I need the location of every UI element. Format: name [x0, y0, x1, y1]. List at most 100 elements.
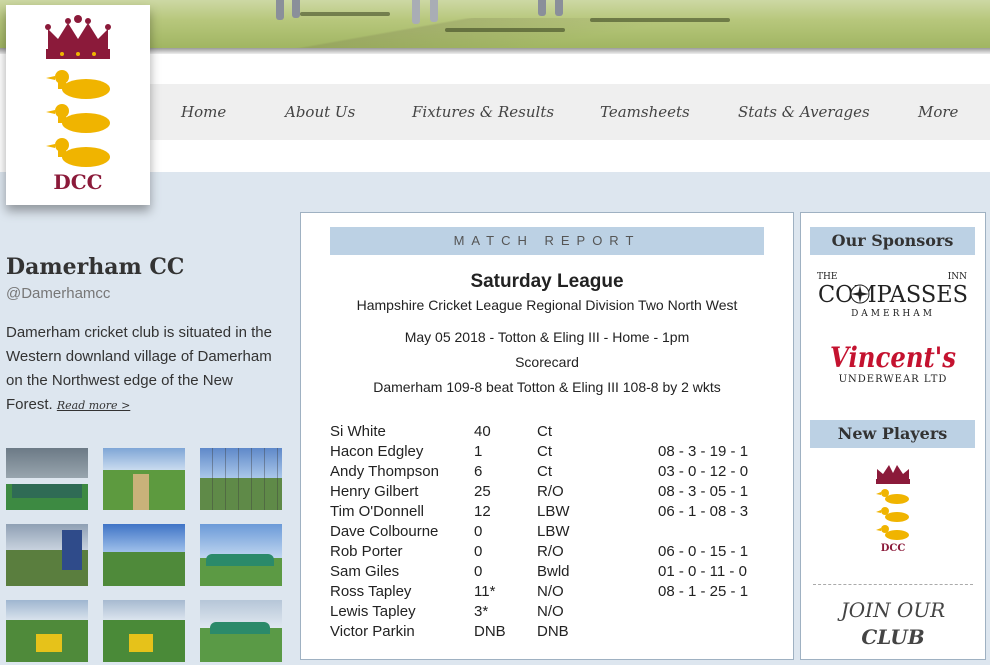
- new-players-heading: New Players: [810, 420, 975, 448]
- sponsors-heading: Our Sponsors: [810, 227, 975, 255]
- bowling-figures-cell: 08 - 3 - 05 - 1: [658, 483, 749, 500]
- runs-cell: 25: [474, 483, 491, 500]
- table-row: Sam Giles 0 Bwld 01 - 0 - 11 - 0: [330, 563, 770, 583]
- dismissal-cell: LBW: [537, 503, 570, 520]
- gallery-photo[interactable]: [200, 600, 282, 662]
- match-result: Damerham 109-8 beat Totton & Eling III 1…: [373, 379, 721, 395]
- table-row: Andy Thompson 6 Ct 03 - 0 - 12 - 0: [330, 463, 770, 483]
- logo-small-text: DCC: [881, 543, 906, 553]
- sponsor-vincents-name: Vincent's: [830, 341, 956, 374]
- gallery-photo[interactable]: [200, 448, 282, 510]
- dismissal-cell: Ct: [537, 443, 552, 460]
- bowling-figures-cell: 01 - 0 - 11 - 0: [658, 563, 747, 580]
- runs-cell: 40: [474, 423, 491, 440]
- nav-teamsheets[interactable]: Teamsheets: [600, 84, 690, 140]
- fixture-details: May 05 2018 - Totton & Eling III - Home …: [404, 329, 690, 345]
- match-report-heading: MATCH REPORT: [330, 227, 764, 255]
- gallery-photo[interactable]: [6, 524, 88, 586]
- read-more-link[interactable]: Read more >: [57, 399, 130, 412]
- table-row: Ross Tapley 11* N/O 08 - 1 - 25 - 1: [330, 583, 770, 603]
- gallery-photo[interactable]: [6, 448, 88, 510]
- bowling-figures-cell: 06 - 0 - 15 - 1: [658, 543, 749, 560]
- club-name: Damerham CC: [6, 254, 185, 280]
- nav-more[interactable]: More: [918, 84, 958, 140]
- match-report-panel: MATCH REPORT Saturday League Hampshire C…: [300, 212, 794, 660]
- crown-icon: [876, 465, 910, 484]
- dismissal-cell: R/O: [537, 543, 564, 560]
- join-our-club-link[interactable]: JOIN OUR CLUB: [801, 597, 985, 651]
- table-row: Hacon Edgley 1 Ct 08 - 3 - 19 - 1: [330, 443, 770, 463]
- club-handle[interactable]: @Damerhamcc: [6, 285, 110, 302]
- dismissal-cell: N/O: [537, 603, 564, 620]
- sponsor-compasses-name: COMPASSES: [818, 282, 968, 308]
- bowling-figures-cell: 06 - 1 - 08 - 3: [658, 503, 749, 520]
- sidebar-divider: [813, 584, 973, 585]
- bowling-figures-cell: 08 - 3 - 19 - 1: [658, 443, 749, 460]
- player-name: Andy Thompson: [330, 463, 439, 480]
- nav-fixtures-results[interactable]: Fixtures & Results: [412, 84, 554, 140]
- dismissal-cell: DNB: [537, 623, 569, 640]
- match-title: Saturday League: [470, 271, 624, 292]
- sponsor-compasses-sub: DAMERHAM: [851, 309, 935, 319]
- runs-cell: 6: [474, 463, 483, 480]
- player-name: Hacon Edgley: [330, 443, 424, 460]
- league-name: Hampshire Cricket League Regional Divisi…: [356, 297, 738, 313]
- player-name: Dave Colbourne: [330, 523, 439, 540]
- club-description: Damerham cricket club is situated in the…: [6, 321, 276, 418]
- table-row: Lewis Tapley 3* N/O: [330, 603, 770, 623]
- main-nav: Home About Us Fixtures & Results Teamshe…: [150, 84, 990, 140]
- dismissal-cell: Bwld: [537, 563, 570, 580]
- club-logo[interactable]: DCC: [6, 5, 150, 205]
- gallery-photo[interactable]: [103, 448, 185, 510]
- gallery-photo[interactable]: [103, 524, 185, 586]
- table-row: Rob Porter 0 R/O 06 - 0 - 15 - 1: [330, 543, 770, 563]
- sponsor-compasses-logo[interactable]: THE INN COMPASSES DAMERHAM: [811, 265, 976, 319]
- dismissal-cell: R/O: [537, 483, 564, 500]
- gallery-photo[interactable]: [200, 524, 282, 586]
- duck-icon: [876, 507, 909, 522]
- bowling-figures-cell: 08 - 1 - 25 - 1: [658, 583, 749, 600]
- runs-cell: 3*: [474, 603, 489, 620]
- sponsor-vincents-sub: UNDERWEAR LTD: [839, 374, 948, 385]
- sponsor-vincents-logo[interactable]: Vincent's UNDERWEAR LTD: [811, 337, 976, 387]
- sponsor-inn: INN: [948, 272, 967, 282]
- player-name: Rob Porter: [330, 543, 403, 560]
- player-name: Henry Gilbert: [330, 483, 419, 500]
- logo-text: DCC: [53, 170, 102, 194]
- nav-about-us[interactable]: About Us: [285, 84, 355, 140]
- join-line-1: JOIN OUR: [840, 598, 946, 622]
- player-name: Si White: [330, 423, 386, 440]
- duck-icon: [876, 525, 909, 540]
- player-name: Sam Giles: [330, 563, 400, 580]
- nav-stats-averages[interactable]: Stats & Averages: [738, 84, 870, 140]
- gallery-photo[interactable]: [6, 600, 88, 662]
- player-name: Lewis Tapley: [330, 603, 416, 620]
- runs-cell: 11*: [474, 583, 496, 600]
- gallery-photo[interactable]: [103, 600, 185, 662]
- duck-icon: [46, 104, 110, 133]
- club-description-text: Damerham cricket club is situated in the…: [6, 324, 272, 413]
- table-row: Henry Gilbert 25 R/O 08 - 3 - 05 - 1: [330, 483, 770, 503]
- join-line-2: CLUB: [861, 625, 925, 649]
- duck-icon: [46, 70, 110, 99]
- nav-home[interactable]: Home: [181, 84, 226, 140]
- table-row: Si White 40 Ct: [330, 423, 770, 443]
- compass-icon: [850, 284, 870, 304]
- scorecard-label: Scorecard: [515, 354, 579, 370]
- dismissal-cell: N/O: [537, 583, 564, 600]
- duck-icon: [46, 138, 110, 167]
- runs-cell: 0: [474, 543, 483, 560]
- bowling-figures-cell: 03 - 0 - 12 - 0: [658, 463, 749, 480]
- duck-icon: [876, 489, 909, 504]
- dismissal-cell: Ct: [537, 463, 552, 480]
- dismissal-cell: LBW: [537, 523, 570, 540]
- table-row: Victor Parkin DNB DNB: [330, 623, 770, 643]
- runs-cell: 0: [474, 523, 483, 540]
- club-logo-small[interactable]: DCC: [865, 461, 921, 553]
- sponsor-the: THE: [817, 272, 837, 282]
- runs-cell: 12: [474, 503, 491, 520]
- sidebar: Our Sponsors THE INN COMPASSES DAMERHAM …: [800, 212, 986, 660]
- table-row: Dave Colbourne 0 LBW: [330, 523, 770, 543]
- player-name: Victor Parkin: [330, 623, 415, 640]
- player-name: Ross Tapley: [330, 583, 412, 600]
